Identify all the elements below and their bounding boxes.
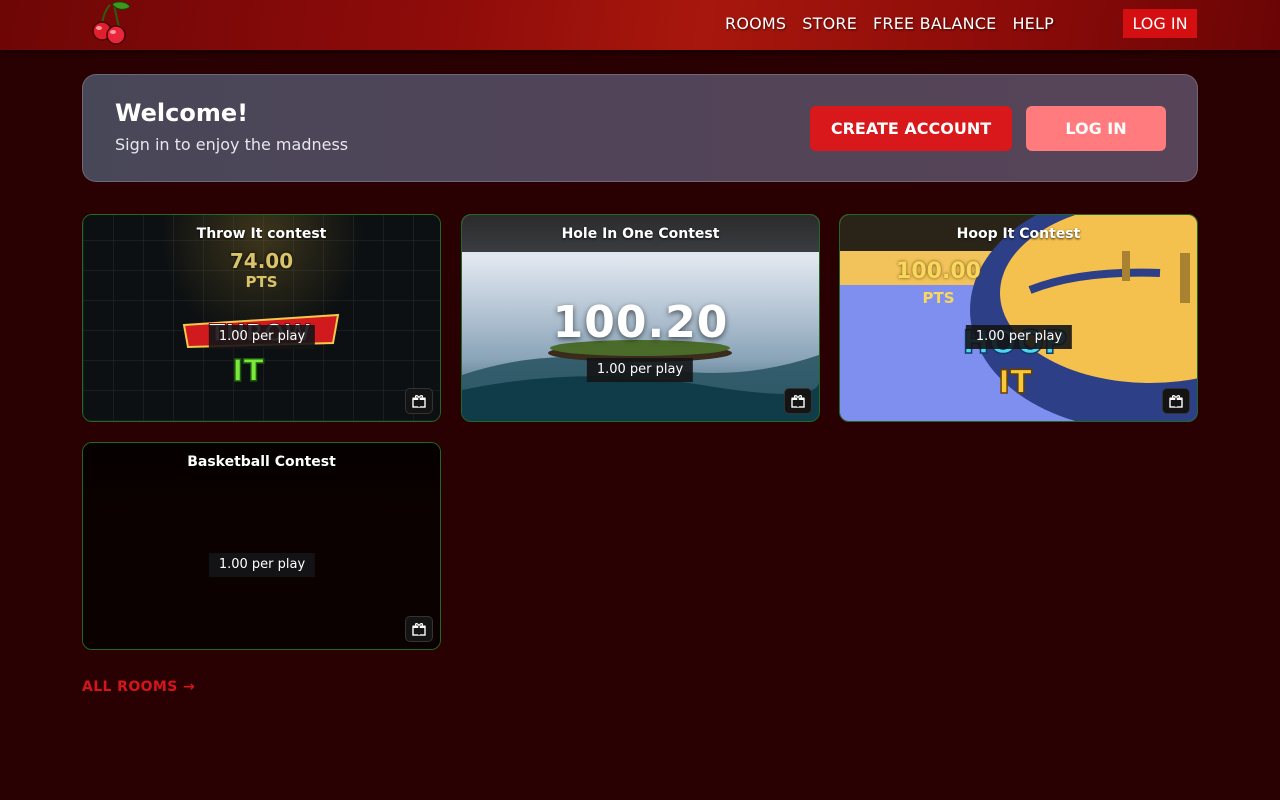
contest-card-basketball[interactable]: Basketball Contest 1.00 per play (82, 442, 441, 650)
game-logo-line-2: IT (232, 354, 264, 389)
gift-icon (412, 623, 426, 636)
price-tag: 1.00 per play (586, 358, 694, 382)
gift-button[interactable] (405, 616, 433, 642)
gift-button[interactable] (1162, 388, 1190, 414)
welcome-panel: Welcome! Sign in to enjoy the madness CR… (82, 74, 1198, 182)
contest-score-unit: PTS (245, 273, 278, 291)
login-button[interactable]: LOG IN (1026, 106, 1166, 151)
gift-button[interactable] (405, 388, 433, 414)
welcome-title: Welcome! (115, 99, 249, 127)
contest-title: Throw It contest (196, 225, 327, 242)
price-tag: 1.00 per play (208, 325, 316, 349)
all-rooms-link[interactable]: ALL ROOMS → (82, 679, 195, 695)
contest-score: 100.00 (896, 259, 981, 284)
cherry-logo-icon[interactable] (90, 1, 132, 45)
nav-free-balance[interactable]: FREE BALANCE (873, 14, 996, 33)
nav-rooms[interactable]: ROOMS (725, 14, 786, 33)
gift-icon (791, 395, 805, 408)
throw-it-logo: THROW IT (182, 313, 340, 390)
contest-score: 74.00 (229, 249, 294, 273)
gift-icon (1169, 395, 1183, 408)
contest-card-throw-it[interactable]: Throw It contest 74.00 PTS THROW IT 1.00… (82, 214, 441, 422)
price-tag: 1.00 per play (208, 553, 316, 577)
gift-icon (412, 395, 426, 408)
game-logo-line-2: IT (998, 363, 1032, 401)
header-login-button[interactable]: LOG IN (1123, 9, 1197, 38)
contest-title: Hoop It Contest (956, 225, 1081, 242)
contest-card-hole-in-one[interactable]: Hole In One Contest 100.20 1.00 per play (461, 214, 820, 422)
nav-store[interactable]: STORE (802, 14, 857, 33)
nav-help[interactable]: HELP (1012, 14, 1054, 33)
contest-score-unit: PTS (922, 289, 955, 307)
contest-title: Hole In One Contest (561, 225, 720, 242)
contest-card-hoop-it[interactable]: Hoop It Contest 100.00 PTS HOOP IT 1.00 … (839, 214, 1198, 422)
welcome-subtitle: Sign in to enjoy the madness (115, 135, 349, 154)
create-account-button[interactable]: CREATE ACCOUNT (810, 106, 1012, 151)
top-navbar: ROOMS STORE FREE BALANCE HELP LOG IN (0, 0, 1280, 50)
contest-score: 100.20 (552, 297, 729, 348)
main-nav: ROOMS STORE FREE BALANCE HELP (725, 0, 1070, 46)
contest-title: Basketball Contest (187, 453, 336, 470)
gift-button[interactable] (784, 388, 812, 414)
price-tag: 1.00 per play (965, 325, 1073, 349)
